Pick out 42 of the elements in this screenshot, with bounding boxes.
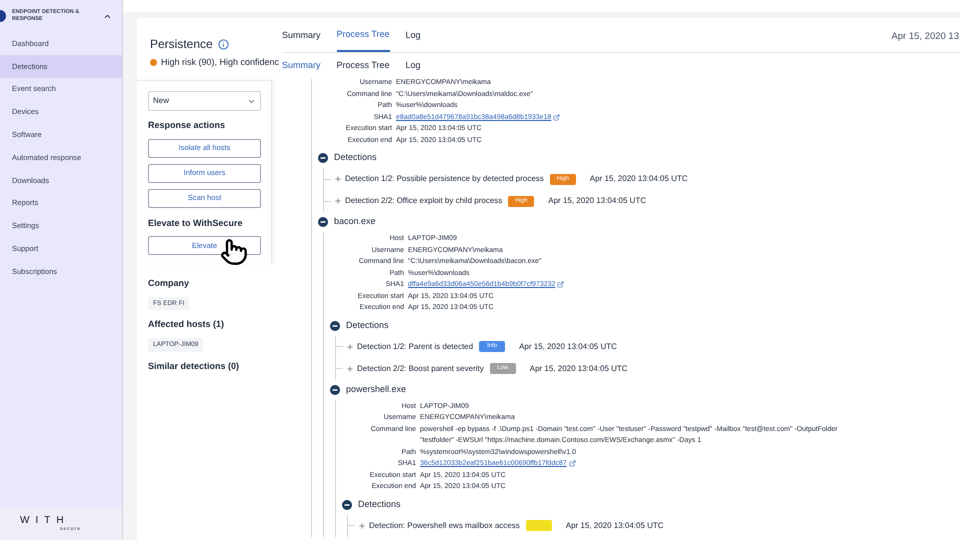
- detection-time: Apr 15, 2020 13:04:05 UTC: [590, 173, 688, 185]
- expand-icon[interactable]: [334, 197, 342, 205]
- info-icon[interactable]: [218, 38, 229, 50]
- collapse-icon[interactable]: [318, 153, 328, 163]
- detection-title[interactable]: Detection 2/2: Office exploit by child process: [345, 195, 502, 207]
- collapse-icon[interactable]: [330, 320, 340, 330]
- detection-title[interactable]: Detection 1/2: Parent is detected: [357, 340, 474, 352]
- section-heading: Affected hosts (1): [148, 318, 224, 332]
- detection-title: Persistence: [150, 36, 213, 53]
- process-name[interactable]: bacon.exe: [334, 215, 376, 229]
- risk-text: High risk (90), High confidenc: [161, 56, 280, 69]
- detection-title[interactable]: Detection: Powershell ews mailbox access: [369, 520, 520, 532]
- collapse-icon[interactable]: [318, 217, 328, 227]
- detection-date: Apr 15, 2020 13: [891, 30, 960, 44]
- detections-heading[interactable]: Detections: [358, 498, 401, 512]
- detection-time: Apr 15, 2020 13:04:05 UTC: [548, 195, 646, 207]
- tab[interactable]: Summary: [282, 20, 321, 52]
- section-heading: Similar detections (0): [148, 360, 240, 373]
- section-heading: Company: [148, 277, 190, 290]
- expand-icon[interactable]: [358, 522, 366, 530]
- detection-time: Apr 15, 2020 13:04:05 UTC: [566, 520, 664, 532]
- detections-heading[interactable]: Detections: [346, 318, 389, 332]
- external-link-icon[interactable]: [557, 281, 564, 288]
- hand-cursor-icon: [220, 238, 248, 266]
- detection-time: Apr 15, 2020 13:04:05 UTC: [530, 362, 628, 374]
- expand-icon[interactable]: [346, 364, 354, 372]
- detections-heading[interactable]: Detections: [334, 151, 377, 165]
- external-link-icon[interactable]: [553, 114, 560, 121]
- process-name[interactable]: powershell.exe: [346, 382, 406, 396]
- section-heading: Response actions: [148, 119, 226, 132]
- tab[interactable]: Log: [406, 20, 421, 52]
- external-link-icon[interactable]: [568, 460, 576, 468]
- collapse-icon[interactable]: [330, 384, 340, 394]
- expand-icon[interactable]: [334, 175, 342, 183]
- detection-title[interactable]: Detection 1/2: Possible persistence by detected process: [345, 173, 544, 185]
- collapse-icon[interactable]: [342, 500, 352, 510]
- expand-icon[interactable]: [346, 342, 354, 350]
- detection-time: Apr 15, 2020 13:04:05 UTC: [519, 340, 617, 352]
- section-heading: Elevate to WithSecure: [148, 216, 244, 230]
- tab[interactable]: Summary: [282, 50, 321, 82]
- detection-title[interactable]: Detection 2/2: Boost parent severity: [357, 362, 484, 374]
- status-select[interactable]: New: [148, 91, 261, 111]
